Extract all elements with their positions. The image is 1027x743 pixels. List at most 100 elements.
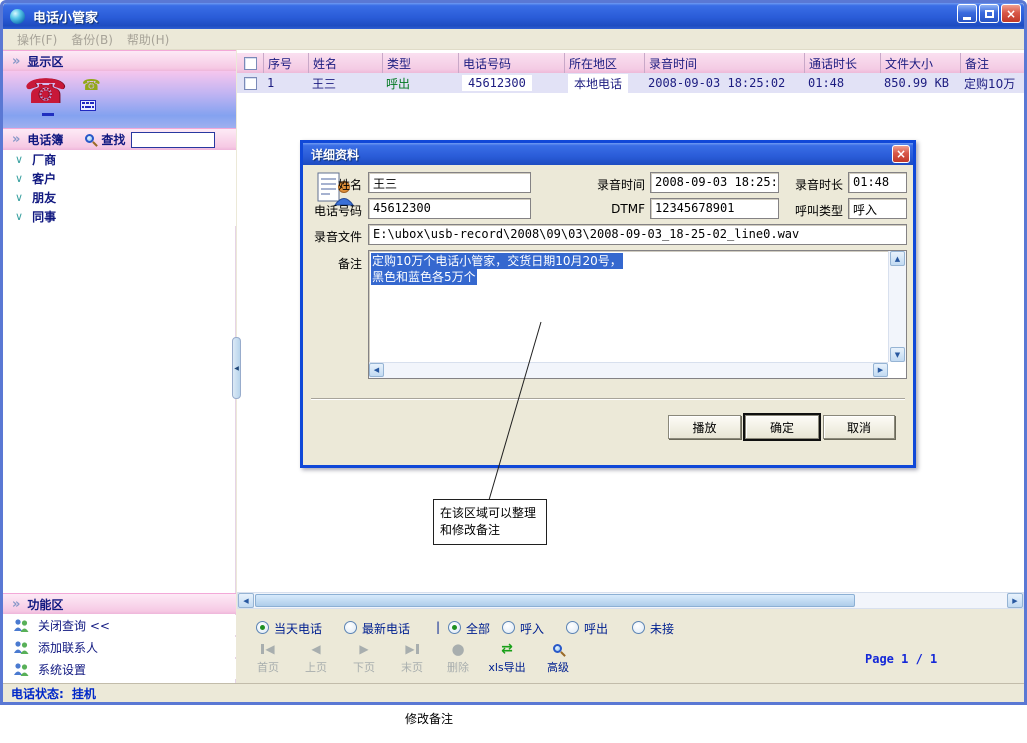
nav-advanced-button[interactable]: 高级 (535, 641, 581, 675)
sidebar-collapse-splitter[interactable]: ◀ (232, 337, 241, 399)
scrollbar-thumb[interactable] (255, 594, 855, 607)
row-checkbox[interactable] (244, 77, 257, 90)
close-button[interactable]: × (1001, 4, 1021, 23)
rec-file-field[interactable]: E:\ubox\usb-record\2008\09\03\2008-09-03… (368, 224, 907, 245)
maximize-button[interactable] (979, 4, 999, 23)
table-horizontal-scrollbar[interactable]: ◀ ▶ (237, 592, 1024, 609)
menu-item-operate[interactable]: 操作(F) (17, 31, 57, 48)
table-row[interactable]: 1 王三 呼出 45612300 本地电话 2008-09-03 18:25:0… (237, 73, 1024, 93)
function-item-system-settings[interactable]: 系统设置 (3, 659, 236, 679)
name-field[interactable]: 王三 (368, 172, 531, 193)
rec-time-label: 录音时间 (560, 176, 645, 193)
cell-phone: 45612300 (458, 73, 564, 93)
radio-latest[interactable] (344, 621, 357, 634)
play-button[interactable]: 播放 (668, 415, 741, 439)
search-label: 查找 (101, 131, 125, 148)
rec-length-field[interactable]: 01:48 (848, 172, 907, 193)
column-header-duration[interactable]: 通话时长 (804, 53, 880, 73)
radio-incoming[interactable] (502, 621, 515, 634)
note-vertical-scrollbar[interactable]: ▲ ▼ (888, 251, 906, 362)
note-textarea[interactable]: 定购10万个电话小管家，交货日期10月20号， 黑色和蓝色各5万个 ▲ ▼ ◀ … (368, 250, 907, 379)
call-type-field[interactable]: 呼入 (848, 198, 907, 219)
rec-length-label: 录音时长 (780, 176, 843, 193)
select-all-checkbox[interactable] (244, 57, 257, 70)
tree-item-customers[interactable]: ∨ 客户 (3, 169, 236, 188)
column-header-area[interactable]: 所在地区 (564, 53, 644, 73)
figure-caption: 修改备注 (405, 710, 453, 727)
tree-item-friends[interactable]: ∨ 朋友 (3, 188, 236, 207)
nav-delete-button[interactable]: ● 删除 (435, 641, 481, 675)
radio-latest-label[interactable]: 最新电话 (362, 620, 410, 637)
bottom-toolbar: 当天电话 最新电话 | 全部 呼入 呼出 未接 ◀ 首页 ◀ 上页 ▶ 下页 ▶… (237, 609, 1024, 683)
column-header-seq[interactable]: 序号 (263, 53, 308, 73)
nav-last-page-button[interactable]: ▶ 末页 (389, 641, 435, 675)
phone-field[interactable]: 45612300 (368, 198, 531, 219)
chevrons-icon: » (12, 597, 20, 612)
nav-next-page-button[interactable]: ▶ 下页 (341, 641, 387, 675)
dialog-close-button[interactable]: × (892, 145, 910, 163)
cell-duration: 01:48 (804, 73, 880, 93)
delete-icon: ● (435, 641, 481, 657)
export-xls-icon: ⇄ (481, 641, 533, 657)
column-header-time[interactable]: 录音时间 (644, 53, 804, 73)
scroll-right-button[interactable]: ▶ (1007, 593, 1023, 608)
display-section-label: 显示区 (27, 53, 63, 70)
nav-first-label: 首页 (245, 659, 291, 675)
rec-file-label: 录音文件 (310, 228, 362, 245)
arrow-up-icon: ▲ (895, 255, 900, 263)
column-header-phone[interactable]: 电话号码 (458, 53, 564, 73)
note-text: 定购10万个电话小管家，交货日期10月20号， 黑色和蓝色各5万个 (371, 253, 886, 285)
contacts-icon (13, 662, 30, 676)
section-header-functions[interactable]: » 功能区 (3, 593, 236, 614)
nav-prev-page-button[interactable]: ◀ 上页 (293, 641, 339, 675)
scroll-up-button[interactable]: ▲ (890, 251, 905, 266)
tree-item-label: 同事 (32, 208, 56, 225)
column-header-note[interactable]: 备注 (960, 53, 1024, 73)
scroll-left-button[interactable]: ◀ (369, 363, 384, 377)
radio-outgoing-label[interactable]: 呼出 (584, 620, 608, 637)
function-item-close-query[interactable]: 关闭查询 << (3, 615, 236, 635)
cancel-button[interactable]: 取消 (823, 415, 895, 439)
chevrons-icon: » (12, 132, 20, 147)
radio-all-label[interactable]: 全部 (466, 620, 490, 637)
contacts-icon (13, 618, 30, 632)
nav-first-page-button[interactable]: ◀ 首页 (245, 641, 291, 675)
radio-outgoing[interactable] (566, 621, 579, 634)
close-icon: × (896, 147, 906, 161)
scroll-left-button[interactable]: ◀ (238, 593, 254, 608)
table-header: 序号 姓名 类型 电话号码 所在地区 录音时间 通话时长 文件大小 备注 (237, 53, 1024, 73)
column-header-name[interactable]: 姓名 (308, 53, 382, 73)
detail-dialog: 详细资料 × 姓名 王三 录音时间 2008-09-03 18:25:02 录音… (300, 140, 916, 468)
radio-incoming-label[interactable]: 呼入 (520, 620, 544, 637)
radio-missed[interactable] (632, 621, 645, 634)
menu-item-help[interactable]: 帮助(H) (127, 31, 169, 48)
annotation-callout: 在该区域可以整理 和修改备注 (433, 499, 547, 545)
search-input[interactable] (131, 132, 215, 148)
minimize-button[interactable] (957, 4, 977, 23)
menu-item-backup[interactable]: 备份(B) (71, 31, 113, 48)
dtmf-field[interactable]: 12345678901 (650, 198, 779, 219)
section-header-phonebook[interactable]: » 电话簿 查找 (3, 128, 236, 150)
radio-all[interactable] (448, 621, 461, 634)
ok-button[interactable]: 确定 (745, 415, 819, 439)
note-horizontal-scrollbar[interactable]: ◀ ▶ (369, 362, 888, 378)
function-item-add-contact[interactable]: 添加联系人 (3, 637, 236, 657)
radio-today[interactable] (256, 621, 269, 634)
tree-item-colleagues[interactable]: ∨ 同事 (3, 207, 236, 226)
dialog-separator (311, 398, 905, 400)
tree-item-vendors[interactable]: ∨ 厂商 (3, 150, 236, 169)
title-bar: 电话小管家 (3, 3, 1024, 29)
scroll-down-button[interactable]: ▼ (890, 347, 905, 362)
radio-today-label[interactable]: 当天电话 (274, 620, 322, 637)
phone-status-value: 挂机 (72, 685, 96, 702)
cell-note: 定购10万 (960, 73, 1024, 93)
section-header-display[interactable]: » 显示区 (3, 50, 236, 71)
scroll-right-button[interactable]: ▶ (873, 363, 888, 377)
radio-missed-label[interactable]: 未接 (650, 620, 674, 637)
nav-prev-label: 上页 (293, 659, 339, 675)
cell-time: 2008-09-03 18:25:02 (644, 73, 804, 93)
rec-time-field[interactable]: 2008-09-03 18:25:02 (650, 172, 779, 193)
column-header-size[interactable]: 文件大小 (880, 53, 960, 73)
column-header-type[interactable]: 类型 (382, 53, 458, 73)
nav-export-xls-button[interactable]: ⇄ xls导出 (481, 641, 533, 675)
